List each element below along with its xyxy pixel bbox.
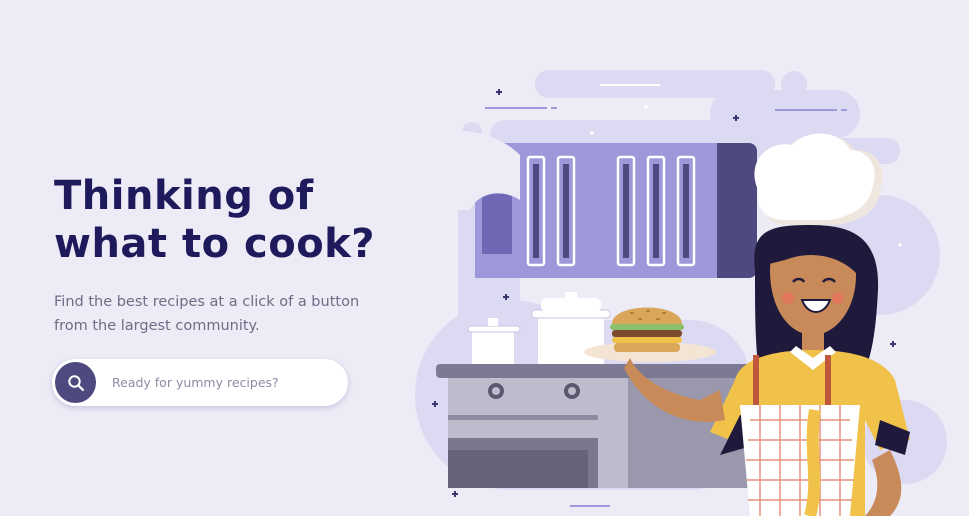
search-input[interactable] — [110, 374, 334, 391]
hero-title-line-2: what to cook? — [54, 221, 375, 267]
hero-text: Thinking of what to cook? Find the best … — [54, 172, 414, 338]
hero-title-line-1: Thinking of — [54, 173, 314, 219]
search-button[interactable] — [55, 362, 96, 403]
search-icon — [67, 374, 84, 391]
hero-subtitle: Find the best recipes at a click of a bu… — [54, 294, 360, 334]
search-bar — [52, 359, 348, 406]
hero-title: Thinking of what to cook? — [54, 172, 414, 268]
chef-with-burger-illustration — [415, 70, 947, 516]
